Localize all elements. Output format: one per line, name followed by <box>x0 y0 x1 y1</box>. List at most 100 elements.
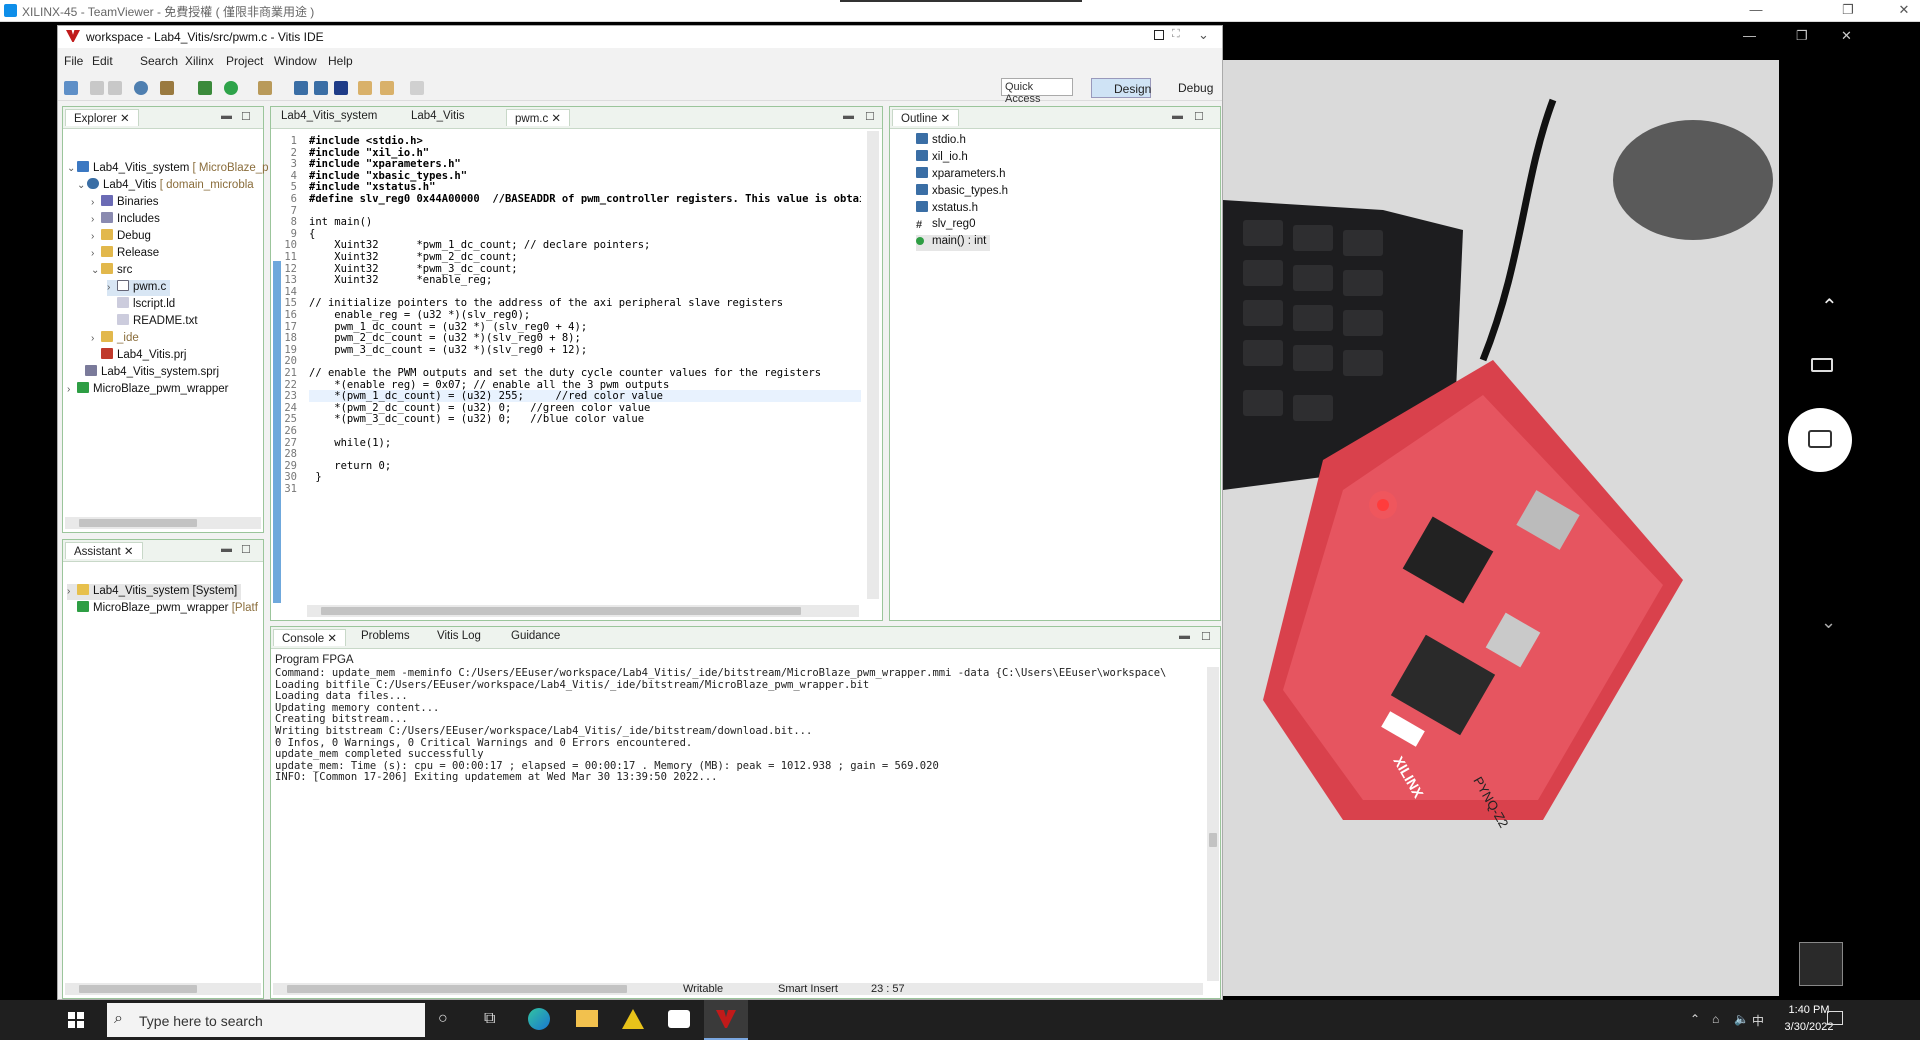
save-icon[interactable] <box>90 81 104 95</box>
maximize-view-icon[interactable]: ☐ <box>241 110 251 123</box>
program-fpga-icon[interactable] <box>314 81 328 95</box>
design-perspective-button[interactable]: Design <box>1091 78 1151 98</box>
tree-item-includes[interactable]: › Includes <box>91 212 160 228</box>
menu-file[interactable]: File <box>64 54 83 68</box>
code-line[interactable]: #define slv_reg0 0x44A00000 //BASEADDR o… <box>309 193 861 205</box>
terminal-icon[interactable] <box>294 81 308 95</box>
minimize-view-icon[interactable]: ▬ <box>1172 110 1183 122</box>
tab-assistant[interactable]: Assistant ✕ <box>65 542 143 559</box>
edge-icon[interactable] <box>528 1008 550 1030</box>
minimize-view-icon[interactable]: ▬ <box>221 110 232 122</box>
tab-problems[interactable]: Problems <box>361 630 410 642</box>
run-icon[interactable] <box>224 81 238 95</box>
camera-minimize-icon[interactable]: — <box>1743 28 1756 43</box>
fullscreen-icon[interactable]: ⛶ <box>1172 28 1180 41</box>
assistant-item-platform[interactable]: MicroBlaze_pwm_wrapper [Platf <box>67 601 258 617</box>
maximize-view-icon[interactable]: ☐ <box>1194 110 1204 123</box>
code-line[interactable]: while(1); <box>309 437 391 449</box>
tree-item-system[interactable]: ⌄ Lab4_Vitis_system [ MicroBlaze_p <box>67 161 269 177</box>
debug-perspective-button[interactable]: Debug <box>1156 78 1216 98</box>
serial-monitor-icon[interactable] <box>334 81 348 95</box>
code-line[interactable]: #include "xbasic_types.h" <box>309 170 467 182</box>
forward-icon[interactable] <box>410 81 424 95</box>
code-area[interactable]: 1 #include <stdio.h> 2 #include "xil_io.h" 3… <box>271 131 861 611</box>
tab-guidance[interactable]: Guidance <box>511 630 560 642</box>
editor-hscrollbar[interactable] <box>307 605 859 617</box>
camera-restore-icon[interactable]: ❐ <box>1796 28 1808 44</box>
outline-item-stdio[interactable]: stdio.h <box>916 133 966 149</box>
code-line[interactable]: *(enable_reg) = 0x07; // enable all the … <box>309 379 669 391</box>
debug-icon[interactable] <box>198 81 212 95</box>
tab-outline[interactable]: Outline ✕ <box>892 109 960 126</box>
code-line[interactable]: enable_reg = (u32 *)(slv_reg0); <box>309 309 530 321</box>
chevron-down-icon[interactable]: ⌄ <box>1198 27 1209 43</box>
tab-lab4-vitis-system[interactable]: Lab4_Vitis_system <box>281 110 377 122</box>
ime-icon[interactable]: 中 <box>1752 1012 1764 1029</box>
console-output[interactable]: Command: update_mem -meminfo C:/Users/EE… <box>271 667 1201 837</box>
code-line[interactable]: Xuint32 *pwm_3_dc_count; <box>309 263 517 275</box>
video-icon[interactable] <box>1811 358 1833 372</box>
code-line[interactable]: #include "xstatus.h" <box>309 181 435 193</box>
tools-icon[interactable] <box>258 81 272 95</box>
build-icon[interactable] <box>160 81 174 95</box>
menu-window[interactable]: Window <box>274 54 317 68</box>
menu-project[interactable]: Project <box>226 54 263 68</box>
tree-item-readme[interactable]: README.txt <box>117 314 198 330</box>
tree-item-ide[interactable]: › _ide <box>91 331 139 347</box>
outline-item-main[interactable]: main() : int <box>916 235 991 251</box>
menu-help[interactable]: Help <box>328 54 353 68</box>
code-line[interactable]: Xuint32 *pwm_1_dc_count; // declare poin… <box>309 239 650 251</box>
code-line[interactable]: } <box>309 471 321 483</box>
code-line[interactable]: *(pwm_1_dc_count) = (u32) 255; //red col… <box>309 390 861 403</box>
minimize-view-icon[interactable]: ▬ <box>1179 630 1190 642</box>
menu-xilinx[interactable]: Xilinx <box>185 54 214 68</box>
notifications-icon[interactable] <box>1827 1011 1843 1025</box>
code-line[interactable]: *(pwm_2_dc_count) = (u32) 0; //green col… <box>309 402 650 414</box>
explorer-hscrollbar[interactable] <box>65 517 261 529</box>
code-line[interactable]: pwm_3_dc_count = (u32 *)(slv_reg0 + 12); <box>309 344 587 356</box>
new-icon[interactable] <box>64 81 78 95</box>
tree-item-pwm-c[interactable]: › pwm.c <box>107 280 171 296</box>
chevron-down-icon[interactable]: ⌄ <box>1821 612 1836 633</box>
code-line[interactable]: #include <stdio.h> <box>309 135 423 147</box>
code-line[interactable]: pwm_1_dc_count = (u32 *) (slv_reg0 + 4); <box>309 321 587 333</box>
tree-item-sprj[interactable]: Lab4_Vitis_system.sprj <box>85 365 219 381</box>
code-line[interactable]: Xuint32 *pwm_2_dc_count; <box>309 251 517 263</box>
code-line[interactable]: // enable the PWM outputs and set the du… <box>309 367 821 379</box>
capture-button[interactable] <box>1788 408 1852 472</box>
editor-vscrollbar[interactable] <box>867 131 879 599</box>
maximize-view-icon[interactable]: ☐ <box>241 543 251 556</box>
volume-icon[interactable]: 🔈 <box>1734 1012 1749 1026</box>
outline-item-xil-io[interactable]: xil_io.h <box>916 150 968 166</box>
code-line[interactable]: #include "xil_io.h" <box>309 147 429 159</box>
tree-item-debug[interactable]: › Debug <box>91 229 151 245</box>
code-line[interactable]: #include "xparameters.h" <box>309 158 461 170</box>
code-line[interactable]: return 0; <box>309 460 391 472</box>
vitis-taskbar-button[interactable] <box>704 1000 748 1040</box>
maximize-view-icon[interactable]: ☐ <box>1201 630 1211 643</box>
tree-item-prj[interactable]: Lab4_Vitis.prj <box>101 348 186 364</box>
tab-explorer[interactable]: Explorer ✕ <box>65 109 139 126</box>
code-line[interactable]: int main() <box>309 216 372 228</box>
back-navigation-icon[interactable] <box>358 81 372 95</box>
tree-item-platform[interactable]: › MicroBlaze_pwm_wrapper <box>67 382 229 398</box>
code-line[interactable]: // initialize pointers to the address of… <box>309 297 783 309</box>
quick-access-input[interactable]: Quick Access <box>1001 78 1073 105</box>
task-view-icon[interactable]: ⧉ <box>484 1010 495 1028</box>
settings-icon[interactable] <box>134 81 148 95</box>
gallery-thumbnail[interactable] <box>1799 942 1843 986</box>
teamviewer-restore-button[interactable]: ❐ <box>1834 2 1862 20</box>
camera-app-icon[interactable] <box>668 1010 690 1028</box>
tab-lab4-vitis[interactable]: Lab4_Vitis <box>411 110 465 122</box>
outline-item-slv-reg0[interactable]: # slv_reg0 <box>916 218 975 234</box>
camera-close-icon[interactable]: ✕ <box>1841 28 1852 44</box>
maximize-icon[interactable] <box>1154 30 1164 40</box>
tray-chevron-up-icon[interactable]: ⌃ <box>1690 1012 1700 1026</box>
code-line[interactable]: *(pwm_3_dc_count) = (u32) 0; //blue colo… <box>309 413 644 425</box>
cortana-icon[interactable]: ○ <box>438 1010 448 1028</box>
assistant-item-system[interactable]: › Lab4_Vitis_system [System] <box>67 584 242 600</box>
menu-search[interactable]: Search <box>140 54 178 68</box>
tree-item-release[interactable]: › Release <box>91 246 159 262</box>
tab-vitis-log[interactable]: Vitis Log <box>437 630 481 642</box>
file-explorer-icon[interactable] <box>576 1010 598 1027</box>
